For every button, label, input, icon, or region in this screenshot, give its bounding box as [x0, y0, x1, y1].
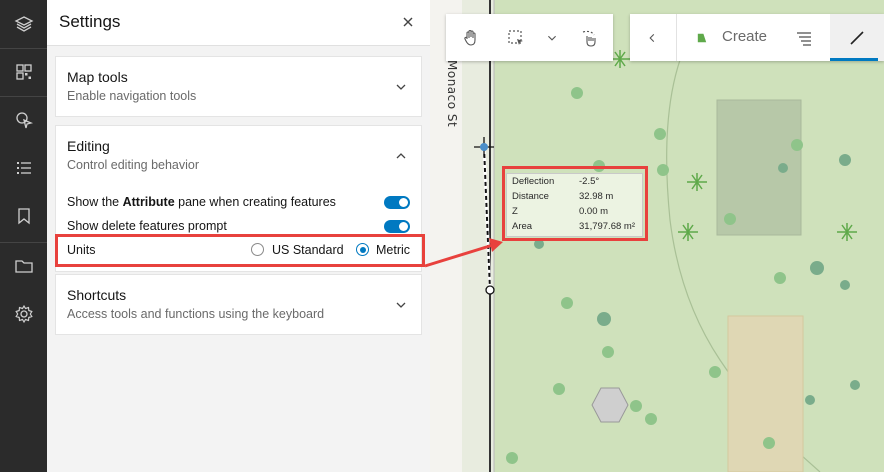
editing-subtitle: Control editing behavior — [67, 158, 200, 172]
page-title: Settings — [59, 12, 121, 31]
app-sidebar — [0, 0, 47, 472]
delete-prompt-toggle[interactable] — [384, 220, 410, 233]
chevron-down-icon[interactable] — [395, 299, 407, 311]
rectangle-select-icon[interactable] — [501, 14, 531, 61]
line-draw-icon[interactable] — [840, 14, 874, 61]
tooltip-highlight-box — [502, 166, 648, 241]
select-cursor-icon[interactable] — [0, 96, 47, 144]
map-tools-subtitle: Enable navigation tools — [67, 89, 197, 103]
active-tool-indicator — [830, 58, 878, 61]
attribute-pane-label: Show the Attribute pane when creating fe… — [67, 195, 336, 209]
map-tools-section[interactable]: Map tools Enable navigation tools — [55, 56, 422, 117]
shortcuts-section[interactable]: Shortcuts Access tools and functions usi… — [55, 274, 422, 335]
selection-toolbar — [446, 14, 613, 61]
shortcuts-subtitle: Access tools and functions using the key… — [67, 307, 325, 321]
chevron-down-icon[interactable] — [540, 14, 564, 61]
map-canvas[interactable] — [430, 0, 884, 472]
editing-title: Editing — [67, 138, 110, 154]
close-icon[interactable] — [400, 14, 416, 30]
list-options-icon[interactable] — [790, 14, 818, 61]
lasso-select-icon[interactable] — [574, 14, 604, 61]
street-label: Monaco St — [445, 60, 459, 128]
pan-hand-icon[interactable] — [456, 14, 486, 61]
shortcuts-title: Shortcuts — [67, 287, 127, 303]
basemap-grid-icon[interactable] — [0, 48, 47, 96]
list-icon[interactable] — [0, 144, 47, 192]
map-view[interactable] — [430, 0, 884, 472]
attribute-pane-toggle[interactable] — [384, 196, 410, 209]
units-highlight-box — [55, 234, 425, 267]
chevron-down-icon[interactable] — [395, 81, 407, 93]
editor-toolbar: Create — [630, 14, 884, 61]
delete-prompt-label: Show delete features prompt — [67, 219, 227, 233]
folder-icon[interactable] — [0, 242, 47, 290]
create-button[interactable]: Create — [722, 28, 767, 45]
bookmark-icon[interactable] — [0, 192, 47, 240]
polygon-feature-icon — [690, 14, 714, 61]
chevron-left-icon[interactable] — [638, 14, 666, 61]
map-tools-title: Map tools — [67, 69, 128, 85]
chevron-up-icon[interactable] — [395, 150, 407, 162]
layers-icon[interactable] — [0, 0, 47, 48]
settings-header: Settings — [47, 0, 430, 46]
gear-icon[interactable] — [0, 290, 47, 338]
